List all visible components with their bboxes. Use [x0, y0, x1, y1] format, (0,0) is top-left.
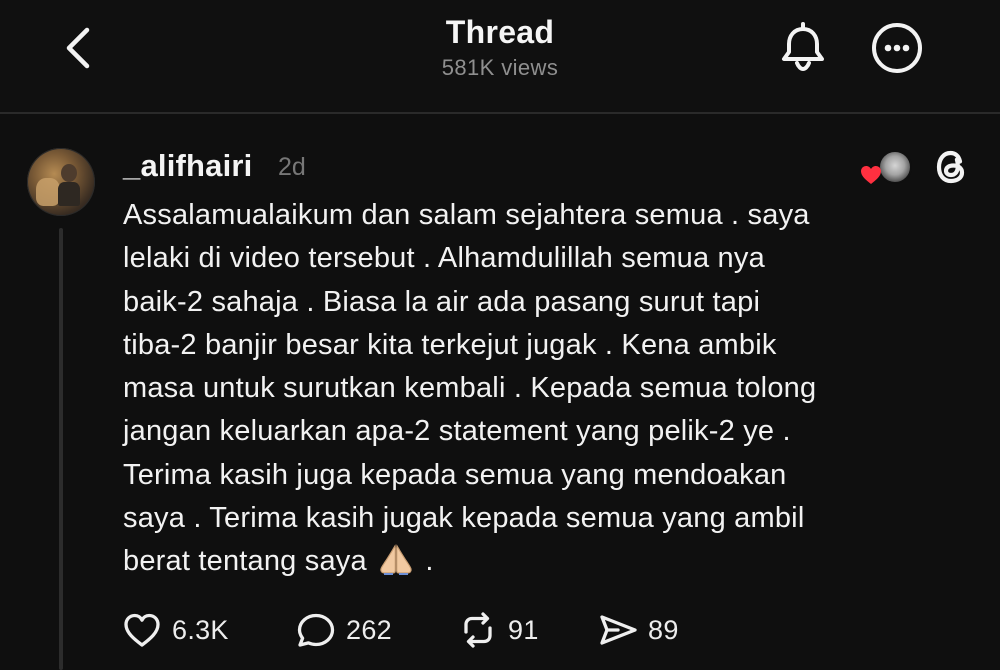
repost-count: 91: [508, 614, 539, 645]
send-icon: [600, 615, 637, 645]
avatar-detail: [36, 178, 60, 206]
post-text-line: tiba-2 banjir besar kita terkejut jugak …: [123, 328, 777, 361]
folded-hands-emoji-icon: [380, 544, 412, 576]
like-button[interactable]: 6.3K: [120, 608, 229, 652]
post-text-line: Terima kasih juga kepada semua yang mend…: [123, 458, 787, 491]
post-text-line: baik-2 sahaja . Biasa la air ada pasang …: [123, 285, 761, 318]
liked-by-indicator[interactable]: [856, 150, 912, 186]
top-navigation-bar: Thread 581K views: [0, 0, 1000, 112]
comment-icon: [297, 613, 335, 647]
reply-button[interactable]: 262: [294, 608, 392, 652]
more-icon: [872, 23, 922, 73]
post-text-line: Assalamualaikum dan salam sejahtera semu…: [123, 199, 810, 231]
post-text-line: berat tentang saya: [123, 545, 367, 578]
post-text-line: masa untuk surutkan kembali . Kepada sem…: [123, 372, 817, 405]
post-timestamp: 2d: [278, 153, 306, 181]
post-actions-bar: 6.3K 262 91 89: [120, 608, 740, 652]
page-title: Thread: [445, 14, 555, 50]
username[interactable]: _alifhairi: [123, 148, 253, 184]
like-count: 6.3K: [172, 614, 229, 645]
chevron-left-icon: [66, 27, 90, 69]
repost-icon: [464, 612, 492, 648]
heart-icon: [856, 160, 886, 190]
avatar-detail: [58, 182, 80, 206]
share-button[interactable]: 89: [596, 608, 679, 652]
post-text-end: .: [425, 545, 434, 578]
view-count: 581K views: [441, 55, 559, 80]
back-button[interactable]: [52, 22, 104, 74]
share-count: 89: [648, 614, 679, 645]
thread-connector-line: [59, 228, 63, 670]
threads-logo-icon: [930, 146, 972, 188]
avatar-detail: [61, 164, 77, 182]
post-text-line: saya . Terima kasih jugak kepada semua y…: [123, 502, 805, 535]
notifications-button[interactable]: [774, 18, 832, 76]
post-body: Assalamualaikum dan salam sejahtera semu…: [123, 194, 958, 584]
reply-count: 262: [346, 614, 392, 645]
bell-icon: [782, 22, 824, 72]
post-text-line: jangan keluarkan apa-2 statement yang pe…: [123, 415, 791, 448]
header-divider: [0, 112, 1000, 114]
repost-button[interactable]: 91: [456, 608, 539, 652]
more-options-button[interactable]: [868, 19, 926, 77]
page-title-group: Thread 581K views: [300, 14, 700, 81]
post-text-line: lelaki di video tersebut . Alhamdulillah…: [123, 242, 765, 275]
user-avatar[interactable]: [27, 148, 95, 216]
post-text-last-line: berat tentang saya .: [123, 540, 958, 583]
heart-outline-icon: [124, 613, 160, 647]
